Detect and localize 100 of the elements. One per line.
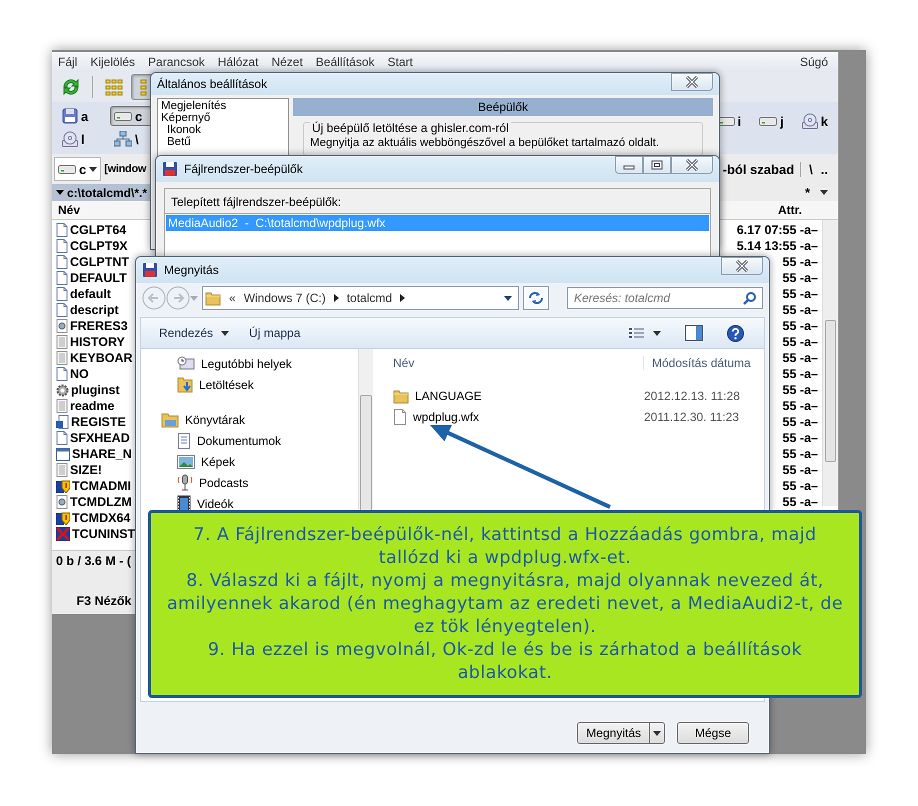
table-cell: 6.17 07:55 -a– — [736, 222, 818, 238]
tree-item[interactable]: Ikonok — [161, 124, 285, 136]
page-icon — [56, 287, 68, 301]
column-header[interactable]: Név — [52, 203, 138, 217]
shield-icon — [56, 511, 70, 525]
menu-item[interactable]: Súgó — [800, 55, 828, 69]
column-header[interactable]: Attr. — [778, 203, 838, 217]
nav-item[interactable]: Képek — [141, 451, 358, 472]
back-icon — [142, 286, 166, 310]
file-row[interactable]: TCMDX64 — [52, 510, 135, 526]
menu-item[interactable]: Nézet — [271, 55, 303, 69]
new-folder-button[interactable]: Új mappa — [243, 323, 306, 343]
close-button[interactable] — [671, 73, 713, 91]
menu-item[interactable]: Fájl — [58, 55, 78, 69]
page-icon — [56, 431, 68, 445]
minimize-button[interactable] — [615, 156, 643, 174]
split-button[interactable]: Megnyitás — [577, 722, 665, 744]
file-row[interactable]: descript — [52, 302, 135, 318]
menu-item[interactable]: Beállítások — [316, 55, 374, 69]
close-button[interactable] — [721, 257, 763, 275]
table-cell: 55 -a– — [782, 350, 818, 366]
nav-item[interactable]: Letöltések — [141, 374, 358, 395]
drive-button[interactable]: j — [755, 111, 788, 131]
file-row[interactable]: CGLPT64 — [52, 222, 135, 238]
file-row[interactable]: TCMADMI — [52, 478, 135, 494]
column-header[interactable]: Módosítás dátuma — [643, 356, 764, 370]
file-row[interactable]: NO — [52, 366, 135, 382]
breadcrumb[interactable]: Windows 7 (C:) — [244, 291, 326, 305]
drive-icon — [759, 115, 778, 127]
page-icon — [56, 239, 68, 253]
file-row[interactable]: SHARE_N — [52, 446, 135, 462]
organize-button[interactable]: Rendezés — [153, 323, 236, 343]
help-icon — [727, 324, 744, 342]
close-icon — [735, 260, 749, 272]
file-row[interactable]: HISTORY — [52, 334, 135, 350]
menu-item[interactable]: Start — [388, 55, 413, 69]
breadcrumb[interactable]: totalcmd — [346, 291, 392, 305]
menu-item[interactable]: Hálózat — [218, 55, 258, 69]
caret-icon — [653, 330, 661, 336]
table-cell: 55 -a– — [782, 430, 818, 446]
table-cell: 55 -a– — [782, 334, 818, 350]
file-row[interactable]: pluginst — [52, 382, 135, 398]
file-row[interactable]: default — [52, 286, 135, 302]
table-cell: 5.14 13:55 -a– — [736, 238, 818, 254]
table-cell: 55 -a– — [782, 398, 818, 414]
table-cell: 55 -a– — [782, 270, 818, 286]
file-row[interactable]: TCMDLZM — [52, 494, 135, 510]
nav-item[interactable]: Dokumentumok — [141, 430, 358, 451]
cancel-button[interactable]: Mégse — [677, 722, 749, 744]
address-bar[interactable]: « Windows 7 (C:) totalcmd — [202, 286, 519, 310]
nav-item[interactable]: Könyvtárak — [141, 409, 358, 430]
nav-item[interactable]: Legutóbbi helyek — [141, 353, 358, 374]
drive-button[interactable]: l — [58, 129, 104, 149]
description-text: Megnyitja az aktuális webböngészővel a bepülőket tartalmazó oldalt. — [310, 137, 660, 149]
table-cell: 55 -a– — [782, 414, 818, 430]
maximize-button[interactable] — [643, 156, 671, 174]
maximize-icon — [651, 160, 663, 170]
page-icon — [56, 303, 68, 317]
date-cell-text: 2012.12.13. 11:28 — [644, 388, 741, 402]
menu-item[interactable]: Kijelölés — [90, 55, 136, 69]
table-cell: 55 -a– — [782, 302, 818, 318]
scrollbar[interactable] — [358, 349, 373, 509]
drive-button[interactable]: k — [798, 111, 832, 131]
page-icon — [56, 223, 68, 237]
network-icon — [114, 131, 132, 147]
root-button[interactable]: \ — [809, 162, 813, 176]
file-item[interactable]: wpdplug.wfx — [383, 408, 644, 424]
file-row[interactable]: TCUNINST — [52, 526, 135, 542]
file-row[interactable]: FRERES3 — [52, 318, 135, 334]
file-row[interactable]: KEYBOAR — [52, 350, 135, 366]
column-header[interactable]: Név — [383, 356, 643, 370]
chevron-icon — [400, 294, 406, 302]
file-icon — [393, 408, 407, 424]
file-row[interactable]: DEFAULT — [52, 270, 135, 286]
up-button[interactable]: .. — [820, 162, 828, 176]
breadcrumb[interactable]: « — [229, 291, 236, 305]
close-button[interactable] — [671, 156, 713, 174]
scrollbar[interactable] — [822, 220, 838, 506]
drive-dropdown[interactable]: c — [54, 157, 102, 181]
caret-icon — [820, 190, 828, 195]
file-row[interactable]: REGISTE — [52, 414, 135, 430]
filter-button[interactable]: * — [804, 185, 810, 200]
nav-item[interactable]: Podcasts — [141, 472, 358, 493]
file-row[interactable]: readme — [52, 398, 135, 414]
search-field[interactable]: Keresés: totalcmd — [567, 287, 763, 309]
file-item[interactable]: LANGUAGE — [383, 388, 644, 404]
window-icon — [56, 448, 70, 460]
close-icon — [685, 159, 699, 171]
menu-item[interactable]: Parancsok — [148, 55, 205, 69]
download-folder-icon — [177, 376, 193, 394]
file-row[interactable]: CGLPTNT — [52, 254, 135, 270]
close-icon — [685, 76, 699, 88]
tree-item[interactable]: Betű — [161, 136, 285, 148]
chevron-icon — [334, 294, 339, 302]
drive-button[interactable]: a — [58, 106, 104, 126]
file-row[interactable]: SIZE! — [52, 462, 135, 478]
file-row[interactable]: SFXHEAD — [52, 430, 135, 446]
recent-places-icon — [177, 356, 195, 372]
file-row[interactable]: CGLPT9X — [52, 238, 135, 254]
refresh-button[interactable] — [523, 286, 549, 310]
